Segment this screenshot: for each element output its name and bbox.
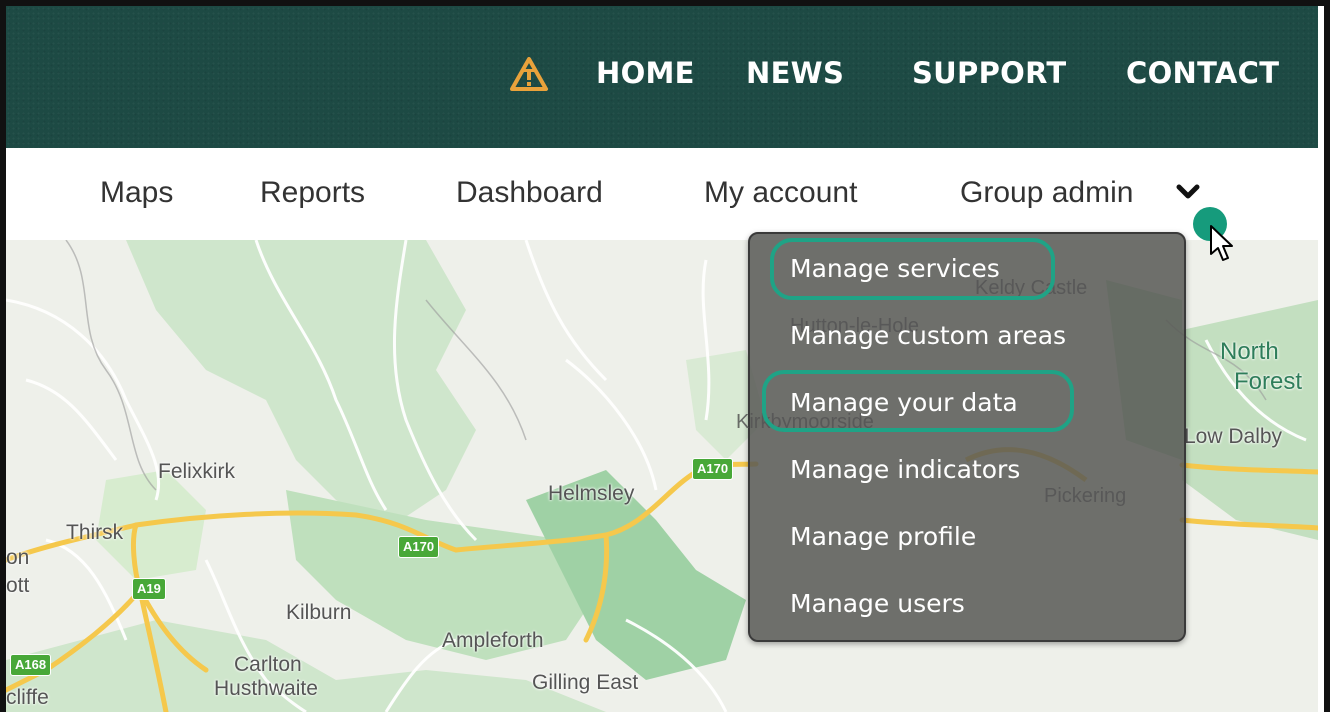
warning-triangle-icon[interactable] <box>510 57 548 91</box>
mouse-pointer-icon <box>1210 225 1233 261</box>
place-label: Pickering <box>1044 485 1127 507</box>
place-label: Helmsley <box>548 482 635 505</box>
road-badge: A170 <box>692 458 734 480</box>
nav-contact-link[interactable]: CONTACT <box>1126 56 1279 90</box>
place-label: Carlton <box>234 653 302 676</box>
road-badge: A170 <box>398 536 440 558</box>
place-label: Kilburn <box>286 601 352 624</box>
road-badge: A168 <box>10 654 52 676</box>
place-label: ott <box>6 574 30 597</box>
nav-group-admin-link[interactable]: Group admin <box>960 175 1133 211</box>
nav-news-link[interactable]: NEWS <box>746 56 844 90</box>
menu-item-manage-services[interactable]: Manage services <box>790 254 1000 284</box>
place-label: Thirsk <box>66 521 124 544</box>
app-window: HOME NEWS SUPPORT CONTACT Maps Reports D… <box>6 6 1318 712</box>
chevron-down-icon[interactable] <box>1176 181 1200 203</box>
top-nav: HOME NEWS SUPPORT CONTACT <box>6 6 1318 148</box>
menu-item-manage-profile[interactable]: Manage profile <box>790 522 976 552</box>
nav-my-account-link[interactable]: My account <box>704 175 857 211</box>
secondary-nav: Maps Reports Dashboard My account Group … <box>6 148 1318 240</box>
menu-item-manage-users[interactable]: Manage users <box>790 589 965 619</box>
place-label: Ampleforth <box>442 629 544 652</box>
place-label: Forest <box>1234 368 1303 395</box>
menu-item-manage-your-data[interactable]: Manage your data <box>790 388 1018 418</box>
place-label: North <box>1220 338 1279 365</box>
place-label: Low Dalby <box>1184 425 1283 448</box>
nav-home-link[interactable]: HOME <box>596 56 695 90</box>
nav-reports-link[interactable]: Reports <box>260 175 365 211</box>
menu-item-manage-custom-areas[interactable]: Manage custom areas <box>790 321 1066 351</box>
menu-item-manage-indicators[interactable]: Manage indicators <box>790 455 1020 485</box>
nav-dashboard-link[interactable]: Dashboard <box>456 175 603 211</box>
place-label: Husthwaite <box>214 677 318 700</box>
place-label: Felixkirk <box>158 460 235 483</box>
nav-maps-link[interactable]: Maps <box>100 175 173 211</box>
place-label: cliffe <box>6 686 49 709</box>
road-badge: A19 <box>132 578 166 600</box>
place-label: Gilling East <box>532 671 639 694</box>
place-label: on <box>6 546 30 569</box>
nav-support-link[interactable]: SUPPORT <box>912 56 1067 90</box>
group-admin-dropdown: Keldy Castle Hutton-le-Hole Kirkbymoorsi… <box>736 232 1186 642</box>
